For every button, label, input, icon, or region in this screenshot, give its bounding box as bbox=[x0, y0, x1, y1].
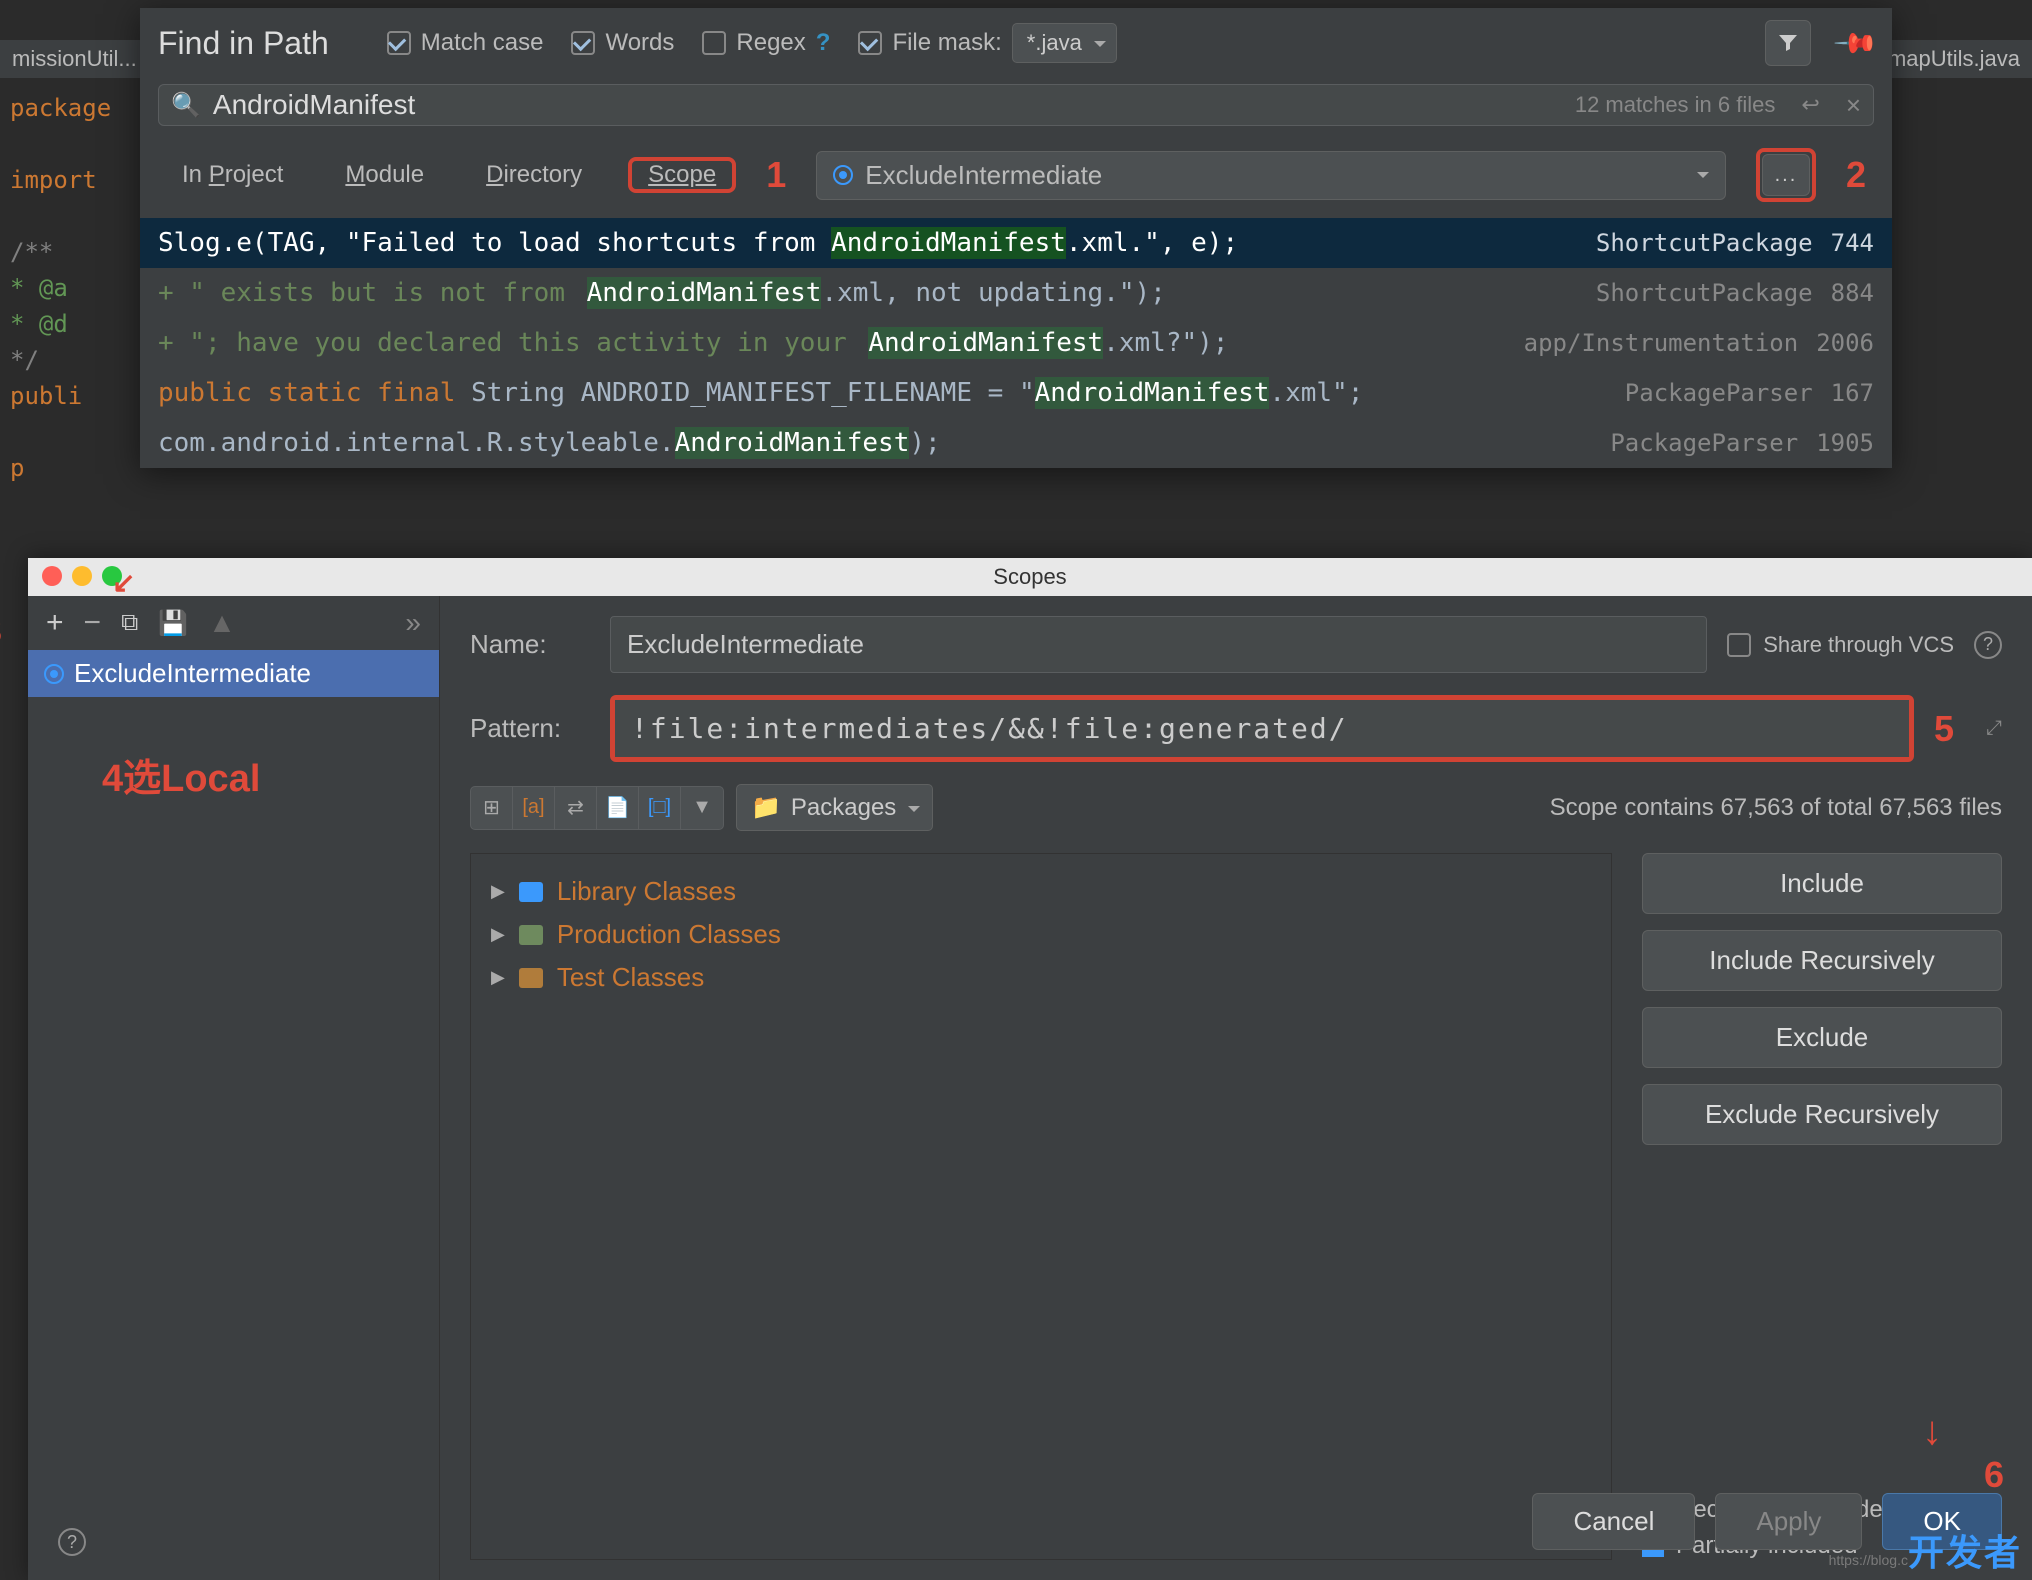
words-checkbox[interactable]: Words bbox=[571, 29, 674, 57]
pattern-label: Pattern: bbox=[470, 713, 590, 744]
match-case-checkbox[interactable]: Match case bbox=[387, 29, 544, 57]
scope-scope-tab[interactable]: Scope bbox=[632, 155, 732, 194]
annotation-5: 5 bbox=[1934, 708, 1954, 750]
scope-name-input[interactable]: ExcludeIntermediate bbox=[610, 616, 1707, 673]
scope-module[interactable]: Module bbox=[329, 155, 440, 195]
annotation-arrow: ↙ bbox=[112, 566, 135, 599]
cancel-button[interactable]: Cancel bbox=[1532, 1493, 1695, 1550]
scopes-sidebar: + − ⧉ 💾 ▲ » ExcludeIntermediate 4选Local bbox=[28, 596, 440, 1580]
filter-icon[interactable] bbox=[1765, 20, 1811, 66]
file-mask-select[interactable]: *.java bbox=[1012, 23, 1117, 63]
filter-tool-icon[interactable]: ▼ bbox=[681, 787, 723, 829]
result-row[interactable]: com.android.internal.R.styleable.Android… bbox=[140, 418, 1892, 468]
file-mask-checkbox[interactable]: File mask: bbox=[858, 29, 1001, 57]
match-count: 12 matches in 6 files bbox=[1575, 92, 1776, 118]
regex-checkbox[interactable]: Regex ? bbox=[702, 29, 830, 57]
remove-scope-button[interactable]: − bbox=[84, 606, 102, 640]
pin-icon[interactable]: 📌 bbox=[1833, 19, 1881, 67]
annotation-arrow-down: ↓ bbox=[1922, 1409, 1942, 1454]
add-scope-button[interactable]: + bbox=[46, 606, 64, 640]
scopes-dialog: ↙ Scopes + − ⧉ 💾 ▲ » ExcludeIntermediate… bbox=[28, 558, 2032, 1580]
include-recursively-button[interactable]: Include Recursively bbox=[1642, 930, 2002, 991]
scopes-titlebar: ↙ Scopes bbox=[28, 558, 2032, 596]
tree-item-test[interactable]: ▶Test Classes bbox=[491, 956, 1591, 999]
watermark: https://blog.c开发者 bbox=[1829, 1524, 2022, 1576]
window-minimize-icon[interactable] bbox=[72, 566, 92, 586]
help-icon[interactable]: ? bbox=[1974, 631, 2002, 659]
result-row[interactable]: + " exists but is not from AndroidManife… bbox=[140, 268, 1892, 318]
editor-tab-left[interactable]: missionUtil... bbox=[0, 40, 149, 78]
annotation-3: 3 bbox=[0, 610, 2, 652]
tree-tool-3[interactable]: ⇄ bbox=[555, 787, 597, 829]
enter-icon[interactable]: ↩ bbox=[1801, 92, 1819, 118]
copy-scope-button[interactable]: ⧉ bbox=[121, 609, 138, 637]
scope-in-project[interactable]: In In ProjectProject bbox=[166, 155, 299, 195]
scope-target-icon bbox=[833, 165, 853, 185]
up-icon[interactable]: ▲ bbox=[208, 607, 236, 639]
pattern-input[interactable]: !file:intermediates/&&!file:generated/ bbox=[615, 700, 1909, 757]
find-in-path-dialog: Find in Path Match case Words Regex ? Fi… bbox=[140, 8, 1892, 468]
results-list: Slog.e(TAG, "Failed to load shortcuts fr… bbox=[140, 218, 1892, 468]
search-icon: 🔍 bbox=[171, 91, 201, 120]
scope-directory[interactable]: Directory bbox=[470, 155, 598, 195]
more-icon[interactable]: » bbox=[405, 607, 421, 639]
expand-icon[interactable]: ⤢ bbox=[1986, 717, 2002, 740]
chevron-down-icon bbox=[1697, 172, 1709, 184]
folder-icon: 📁 bbox=[751, 793, 781, 822]
result-row[interactable]: Slog.e(TAG, "Failed to load shortcuts fr… bbox=[140, 218, 1892, 268]
scope-dropdown[interactable]: ExcludeIntermediate bbox=[816, 151, 1726, 200]
editor-background: package import /** * @a * @d */ publi p bbox=[0, 80, 140, 496]
exclude-recursively-button[interactable]: Exclude Recursively bbox=[1642, 1084, 2002, 1145]
tree-tool-4[interactable]: 📄 bbox=[597, 787, 639, 829]
tree-tool-1[interactable]: ⊞ bbox=[471, 787, 513, 829]
include-button[interactable]: Include bbox=[1642, 853, 2002, 914]
name-label: Name: bbox=[470, 629, 590, 660]
exclude-button[interactable]: Exclude bbox=[1642, 1007, 2002, 1068]
scope-list-item[interactable]: ExcludeIntermediate bbox=[28, 650, 439, 697]
window-close-icon[interactable] bbox=[42, 566, 62, 586]
scope-count-text: Scope contains 67,563 of total 67,563 fi… bbox=[1550, 794, 2002, 822]
tree-item-library[interactable]: ▶Library Classes bbox=[491, 870, 1591, 913]
tree-tool-2[interactable]: [a] bbox=[513, 787, 555, 829]
scope-target-icon bbox=[44, 664, 64, 684]
save-scope-button[interactable]: 💾 bbox=[158, 609, 188, 638]
tree-item-production[interactable]: ▶Production Classes bbox=[491, 913, 1591, 956]
find-title: Find in Path bbox=[158, 25, 329, 62]
scope-ellipsis-button[interactable]: ... bbox=[1762, 154, 1810, 196]
tree-tool-5[interactable]: [□] bbox=[639, 787, 681, 829]
result-row[interactable]: public static final String ANDROID_MANIF… bbox=[140, 368, 1892, 418]
scope-tree[interactable]: ▶Library Classes ▶Production Classes ▶Te… bbox=[470, 853, 1612, 1560]
annotation-2: 2 bbox=[1846, 154, 1866, 196]
result-row[interactable]: + "; have you declared this activity in … bbox=[140, 318, 1892, 368]
clear-search-icon[interactable]: × bbox=[1846, 90, 1861, 121]
search-input[interactable]: AndroidManifest bbox=[213, 89, 1575, 121]
search-field-row: 🔍 AndroidManifest 12 matches in 6 files … bbox=[158, 84, 1874, 126]
annotation-1: 1 bbox=[766, 154, 786, 196]
share-vcs-checkbox[interactable]: Share through VCS bbox=[1727, 632, 1954, 658]
dialog-help-icon[interactable]: ? bbox=[58, 1528, 86, 1556]
regex-help-icon[interactable]: ? bbox=[816, 29, 831, 57]
annotation-4: 4选Local bbox=[102, 747, 439, 802]
packages-select[interactable]: 📁 Packages bbox=[736, 784, 933, 831]
